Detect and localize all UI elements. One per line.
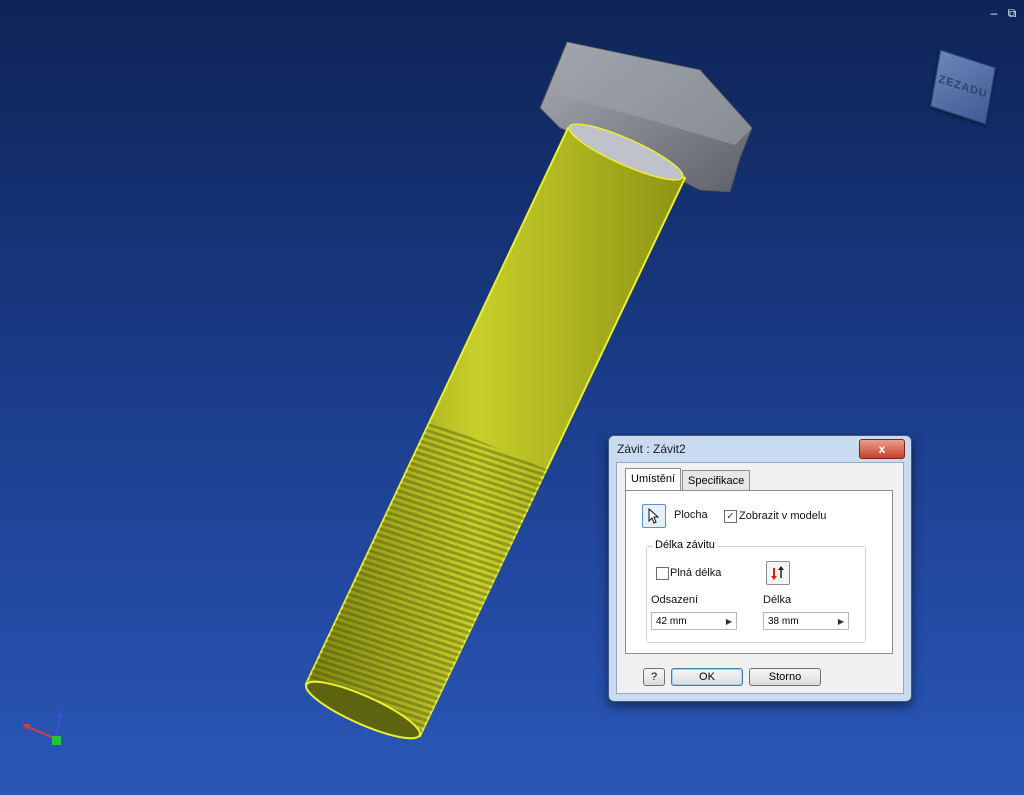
offset-value: 42 mm	[656, 616, 687, 627]
tab-placement[interactable]: Umístění	[625, 468, 682, 492]
show-in-model-label: Zobrazit v modelu	[739, 510, 827, 522]
face-select-button[interactable]	[642, 504, 666, 528]
length-label: Délka	[763, 594, 792, 606]
offset-input[interactable]: 42 mm ▶	[651, 612, 737, 630]
viewcube[interactable]: ZEZADU	[928, 49, 998, 125]
offset-label: Odsazení	[651, 594, 699, 606]
dialog-close-button[interactable]: x	[859, 439, 905, 459]
viewcube-face[interactable]: ZEZADU	[930, 49, 996, 125]
axis-triad-icon	[22, 710, 63, 745]
thread-dialog: Závit : Závit2 x Umístění Specifikace Pl…	[608, 435, 912, 702]
length-input[interactable]: 38 mm ▶	[763, 612, 849, 630]
tab-specification[interactable]: Specifikace	[682, 470, 751, 491]
cursor-arrow-icon	[648, 508, 660, 524]
length-arrow-icon[interactable]: ▶	[838, 613, 844, 631]
thread-length-title: Délka závitu	[653, 539, 717, 551]
dialog-body: Umístění Specifikace Plocha ✓ Zobrazit v…	[616, 462, 904, 694]
cancel-button[interactable]: Storno	[749, 668, 821, 686]
help-button[interactable]: ?	[643, 668, 665, 686]
thread-length-group: Délka závitu Plná délka Odsazení 42 mm ▶…	[646, 539, 866, 643]
tab-panel-placement: Plocha ✓ Zobrazit v modelu Délka závitu …	[625, 490, 893, 654]
ok-button[interactable]: OK	[671, 668, 743, 686]
model-viewport[interactable]: – ⧉ ZEZADU Závit: Závit2 x Umístění Spe…	[0, 0, 1024, 795]
face-label: Plocha	[674, 509, 708, 521]
show-in-model-checkbox[interactable]: ✓	[724, 510, 737, 523]
flip-direction-button[interactable]	[766, 561, 790, 585]
full-length-label: Plná délka	[670, 567, 722, 579]
offset-arrow-icon[interactable]: ▶	[726, 613, 732, 631]
flip-direction-icon	[771, 566, 784, 580]
full-length-checkbox[interactable]	[656, 567, 669, 580]
length-value: 38 mm	[768, 616, 799, 627]
